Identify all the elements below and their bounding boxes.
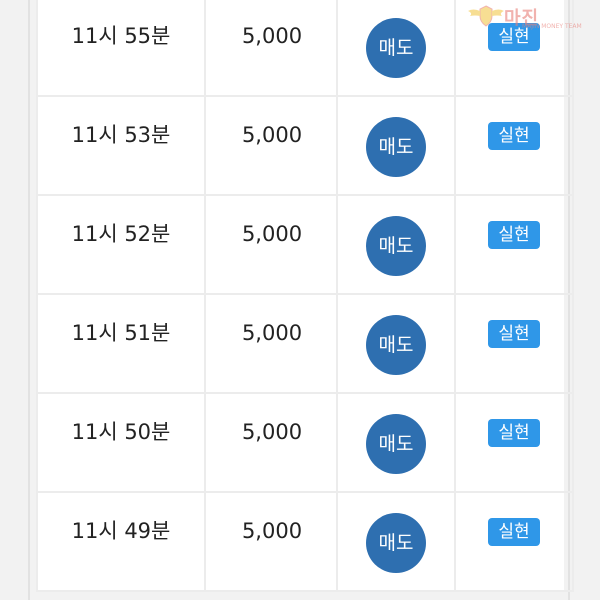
winged-shield-icon: [468, 5, 504, 27]
trade-time: 11시 51분: [71, 321, 171, 345]
sell-button[interactable]: 매도: [366, 117, 426, 177]
time-cell: 11시 50분: [36, 392, 206, 493]
action-cell: 매도: [336, 0, 456, 97]
action-cell: 매도: [336, 95, 456, 196]
trade-time: 11시 55분: [71, 24, 171, 48]
amount-cell: 5,000: [204, 95, 338, 196]
table-row: 11시 53분 5,000 매도 실현: [36, 95, 574, 196]
table-row: 11시 52분 5,000 매도 실현: [36, 194, 574, 295]
trade-amount: 5,000: [241, 222, 303, 246]
frame-left-border: [28, 0, 30, 600]
status-badge: 실현: [488, 518, 540, 546]
trade-table: 11시 55분 5,000 매도 실현 11시 53분 5,000 매도 실현 …: [36, 0, 574, 592]
time-cell: 11시 49분: [36, 491, 206, 592]
status-cell: 실현: [454, 392, 574, 493]
trade-amount: 5,000: [241, 123, 303, 147]
trade-table-container[interactable]: 11시 55분 5,000 매도 실현 11시 53분 5,000 매도 실현 …: [36, 0, 574, 592]
status-cell: 실현: [454, 293, 574, 394]
trade-table-body: 11시 55분 5,000 매도 실현 11시 53분 5,000 매도 실현 …: [36, 0, 574, 592]
action-cell: 매도: [336, 491, 456, 592]
amount-cell: 5,000: [204, 0, 338, 97]
amount-cell: 5,000: [204, 392, 338, 493]
watermark-tagline: MAJIN MONEY TEAM: [522, 23, 582, 30]
status-badge: 실현: [488, 221, 540, 249]
trade-amount: 5,000: [241, 420, 303, 444]
status-cell: 실현: [454, 194, 574, 295]
sell-button[interactable]: 매도: [366, 414, 426, 474]
sell-button[interactable]: 매도: [366, 315, 426, 375]
status-badge: 실현: [488, 122, 540, 150]
amount-cell: 5,000: [204, 194, 338, 295]
status-badge: 실현: [488, 419, 540, 447]
amount-cell: 5,000: [204, 293, 338, 394]
status-cell: 실현: [454, 491, 574, 592]
sell-button[interactable]: 매도: [366, 18, 426, 78]
trade-amount: 5,000: [241, 519, 303, 543]
time-cell: 11시 51분: [36, 293, 206, 394]
status-cell: 실현: [454, 95, 574, 196]
trade-amount: 5,000: [241, 24, 303, 48]
amount-cell: 5,000: [204, 491, 338, 592]
trade-time: 11시 50분: [71, 420, 171, 444]
time-cell: 11시 53분: [36, 95, 206, 196]
action-cell: 매도: [336, 293, 456, 394]
table-row: 11시 49분 5,000 매도 실현: [36, 491, 574, 592]
status-badge: 실현: [488, 320, 540, 348]
table-row: 11시 50분 5,000 매도 실현: [36, 392, 574, 493]
trade-time: 11시 52분: [71, 222, 171, 246]
trade-time: 11시 49분: [71, 519, 171, 543]
action-cell: 매도: [336, 194, 456, 295]
trade-amount: 5,000: [241, 321, 303, 345]
time-cell: 11시 52분: [36, 194, 206, 295]
time-cell: 11시 55분: [36, 0, 206, 97]
trade-time: 11시 53분: [71, 123, 171, 147]
action-cell: 매도: [336, 392, 456, 493]
trade-history-page: 11시 55분 5,000 매도 실현 11시 53분 5,000 매도 실현 …: [0, 0, 600, 600]
sell-button[interactable]: 매도: [366, 513, 426, 573]
sell-button[interactable]: 매도: [366, 216, 426, 276]
watermark-logo: 마진 MAJIN MONEY TEAM: [466, 2, 600, 32]
table-row: 11시 51분 5,000 매도 실현: [36, 293, 574, 394]
